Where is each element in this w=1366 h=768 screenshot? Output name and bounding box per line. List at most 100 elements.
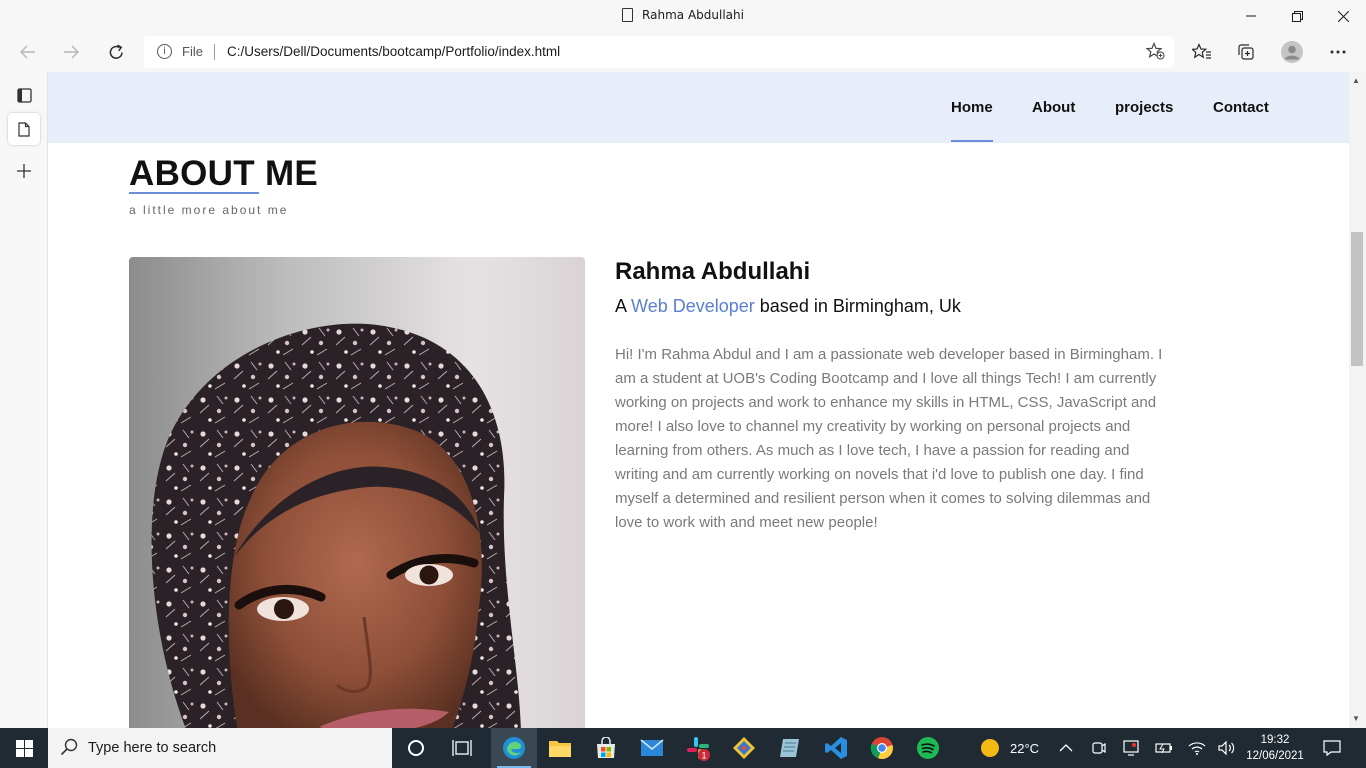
cortana-button[interactable] (393, 728, 439, 768)
profile-bio: Hi! I'm Rahma Abdul and I am a passionat… (615, 346, 1163, 531)
restore-icon (1291, 10, 1303, 22)
system-clock[interactable]: 19:32 12/06/2021 (1245, 732, 1305, 764)
arrow-left-icon (20, 45, 35, 59)
favorites-icon (1192, 43, 1211, 59)
file-explorer-button[interactable] (537, 728, 583, 768)
nav-active-indicator (951, 140, 993, 142)
clock-date: 12/06/2021 (1246, 750, 1304, 762)
vertical-tabs-sidebar (0, 72, 48, 728)
browser-toolbar: i File C:/Users/Dell/Documents/bootcamp/… (0, 32, 1366, 72)
section-title-underline (129, 192, 259, 194)
scroll-down-arrow-icon[interactable]: ▼ (1352, 714, 1360, 723)
folder-icon (549, 741, 571, 757)
slack-badge: 1 (701, 751, 706, 761)
address-bar[interactable]: i File C:/Users/Dell/Documents/bootcamp/… (144, 36, 1174, 68)
monitor-alert-icon (1123, 740, 1139, 756)
cortana-icon (408, 740, 424, 756)
battery-charging-icon (1155, 743, 1172, 754)
spotify-button[interactable] (905, 728, 951, 768)
edge-taskbar-button[interactable] (491, 728, 537, 768)
page-icon (622, 8, 634, 22)
sun-icon (981, 739, 999, 757)
mail-icon (640, 739, 664, 756)
slack-button[interactable]: 1 (675, 728, 721, 768)
address-url[interactable]: C:/Users/Dell/Documents/bootcamp/Portfol… (227, 44, 560, 59)
tray-overflow-button[interactable] (1059, 728, 1073, 768)
tab-actions-icon (16, 87, 32, 103)
windows-logo-icon (15, 739, 33, 757)
arrow-right-icon (64, 45, 79, 59)
nav-contact-link[interactable]: Contact (1213, 99, 1269, 116)
notes-app-button[interactable] (767, 728, 813, 768)
slack-icon: 1 (687, 737, 710, 761)
mail-button[interactable] (629, 728, 675, 768)
meet-now-button[interactable] (1092, 728, 1106, 768)
section-subtitle: a little more about me (129, 203, 289, 217)
page-scrollbar[interactable]: ▲ ▼ (1349, 72, 1366, 728)
tab-current-page[interactable] (8, 113, 40, 145)
nav-projects-link[interactable]: projects (1115, 99, 1173, 116)
profile-name: Rahma Abdullahi (615, 258, 811, 285)
search-icon (60, 738, 78, 756)
vscode-button[interactable] (813, 728, 859, 768)
app-diamond-button[interactable] (721, 728, 767, 768)
new-tab-button[interactable] (8, 155, 40, 187)
minimize-icon (1246, 15, 1256, 17)
star-plus-icon (1145, 41, 1165, 60)
plus-icon (17, 164, 31, 178)
restore-button[interactable] (1274, 0, 1320, 32)
scrollbar-thumb[interactable] (1351, 232, 1363, 366)
profile-photo (129, 257, 585, 728)
start-button[interactable] (0, 728, 48, 768)
battery-button[interactable] (1155, 728, 1173, 768)
settings-more-button[interactable] (1322, 36, 1354, 68)
meet-now-icon (1092, 742, 1106, 754)
vscode-icon (825, 737, 847, 759)
avatar-icon (1281, 41, 1303, 63)
store-icon (597, 737, 615, 758)
chrome-button[interactable] (859, 728, 905, 768)
collections-icon (1238, 44, 1254, 60)
store-button[interactable] (583, 728, 629, 768)
volume-button[interactable] (1218, 728, 1236, 768)
favorites-button[interactable] (1186, 36, 1218, 68)
nav-home-link[interactable]: Home (951, 99, 993, 116)
profile-button[interactable] (1276, 36, 1308, 68)
address-separator (214, 44, 215, 60)
title-bar: Rahma Abdullahi (0, 0, 1366, 32)
address-scheme: File (182, 44, 203, 59)
back-button[interactable] (12, 36, 44, 68)
search-placeholder: Type here to search (88, 740, 217, 756)
info-icon[interactable]: i (157, 44, 172, 59)
scroll-up-arrow-icon[interactable]: ▲ (1352, 76, 1360, 85)
weather-widget[interactable]: 22°C (980, 728, 1039, 768)
minimize-button[interactable] (1228, 0, 1274, 32)
wifi-icon (1188, 742, 1206, 755)
windows-taskbar: Type here to search 1 22°C 19:32 12/06/2… (0, 728, 1366, 768)
taskbar-search-box[interactable]: Type here to search (48, 728, 392, 768)
profile-role: A Web Developer based in Birmingham, Uk (615, 296, 961, 316)
notepad-icon (780, 739, 799, 757)
edge-icon (503, 737, 525, 759)
forward-button[interactable] (55, 36, 87, 68)
task-view-button[interactable] (439, 728, 485, 768)
refresh-icon (109, 44, 123, 59)
spotify-icon (917, 737, 939, 759)
wifi-button[interactable] (1188, 728, 1206, 768)
speaker-icon (1218, 741, 1235, 755)
close-icon (1337, 10, 1349, 22)
tab-actions-button[interactable] (8, 79, 40, 111)
action-center-button[interactable] (1323, 728, 1341, 768)
web-page: Home About projects Contact ABOUT ME a l… (48, 72, 1349, 728)
add-favorite-button[interactable] (1145, 41, 1166, 65)
site-navbar: Home About projects Contact (48, 72, 1349, 143)
collections-button[interactable] (1230, 36, 1262, 68)
notifications-app-button[interactable] (1123, 728, 1139, 768)
section-title: ABOUT ME (129, 154, 319, 193)
close-button[interactable] (1320, 0, 1366, 32)
weather-temp: 22°C (1010, 740, 1040, 756)
role-highlight: Web Developer (631, 296, 755, 316)
nav-about-link[interactable]: About (1032, 99, 1075, 116)
more-horizontal-icon (1330, 50, 1346, 54)
refresh-button[interactable] (100, 36, 132, 68)
